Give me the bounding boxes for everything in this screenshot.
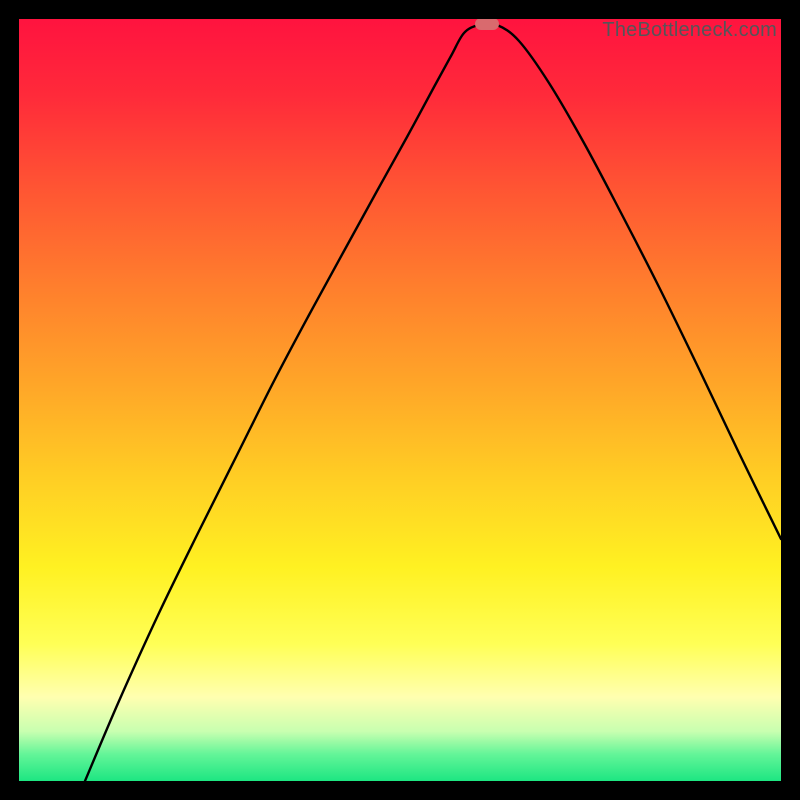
- optimal-marker: [475, 19, 499, 30]
- chart-frame: TheBottleneck.com: [0, 0, 800, 800]
- plot-area: TheBottleneck.com: [19, 19, 781, 781]
- bottleneck-curve: [85, 23, 781, 781]
- curve-layer: [19, 19, 781, 781]
